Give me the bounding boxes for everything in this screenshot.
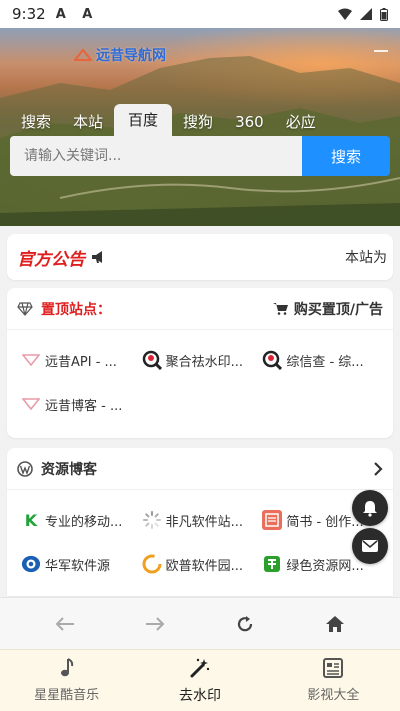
cart-icon	[272, 303, 288, 315]
site-label: 非凡软件站...	[165, 514, 244, 530]
notification-button[interactable]	[352, 490, 388, 526]
music-note-icon	[60, 658, 73, 677]
resources-title: 资源博客	[41, 461, 97, 478]
top-sites-header: 置顶站点： 购买置顶/广告	[7, 288, 393, 330]
search-input[interactable]	[10, 136, 302, 176]
menu-icon[interactable]	[374, 50, 388, 55]
site-logo[interactable]: 远昔导航网	[74, 45, 166, 65]
tab-watermark-remover[interactable]: 去水印	[133, 650, 266, 711]
tab-music[interactable]: 星星酷音乐	[0, 650, 133, 711]
resources-header: 资源博客	[7, 448, 393, 490]
site-link[interactable]: 华军软件源	[21, 542, 142, 586]
tab-label: 影视大全	[307, 688, 360, 703]
top-sites-card: 置顶站点： 购买置顶/广告 远昔API - ... 聚合祛水印... 综信查 -…	[7, 288, 393, 438]
top-sites-title: 置顶站点：	[41, 301, 111, 318]
search-bar: 搜索	[10, 136, 390, 176]
site-link[interactable]: K 专业的移动...	[21, 498, 142, 542]
resources-more-button[interactable]	[373, 461, 383, 476]
bottom-tab-bar: 星星酷音乐 去水印 影视大全	[0, 649, 400, 711]
engine-tab-360[interactable]: 360	[224, 108, 275, 136]
logo-mark-icon	[74, 48, 92, 61]
status-bar: 9:32 A A	[0, 0, 400, 28]
back-button[interactable]	[45, 604, 85, 644]
search-engine-tabs: 搜索 本站 百度 搜狗 360 必应	[10, 104, 327, 136]
refresh-icon	[237, 615, 253, 631]
announcement-title: 官方公告	[17, 249, 85, 270]
site-label: 绿色资源网...	[286, 558, 364, 574]
bell-icon	[363, 501, 377, 517]
megaphone-icon	[92, 251, 102, 263]
buy-top-button[interactable]: 购买置顶/广告	[272, 299, 383, 319]
announcement-bar[interactable]: 官方公告 本站为	[7, 234, 393, 280]
arrow-left-icon	[55, 616, 74, 631]
status-time: 9:32	[12, 5, 46, 23]
home-icon	[326, 615, 344, 632]
site-link[interactable]: 远昔博客 - ...	[21, 382, 142, 426]
site-link[interactable]: 聚合祛水印...	[142, 338, 263, 382]
engine-tab-bing[interactable]: 必应	[275, 108, 327, 136]
arrow-right-icon	[146, 616, 165, 631]
browser-navbar	[0, 597, 400, 649]
wifi-icon	[338, 8, 352, 20]
k-letter-icon: K	[24, 510, 38, 530]
magnifier-avatar-icon	[262, 350, 283, 370]
yuanxi-logo-icon	[21, 394, 41, 414]
jianshu-icon	[262, 510, 283, 530]
site-label: 华军软件源	[45, 558, 111, 574]
site-label: 远昔博客 - ...	[45, 398, 123, 414]
loading-spinner-icon	[142, 510, 162, 530]
film-list-icon	[323, 658, 344, 678]
engine-tab-site[interactable]: 本站	[62, 108, 114, 136]
site-label: 聚合祛水印...	[165, 354, 244, 370]
site-label: 专业的移动...	[45, 514, 123, 530]
announcement-text: 本站为	[345, 250, 387, 266]
magic-wand-icon	[190, 658, 210, 677]
site-label: 欧普软件园...	[165, 558, 244, 574]
refresh-button[interactable]	[225, 604, 265, 644]
yuanxi-logo-icon	[21, 350, 41, 370]
huajun-logo-icon	[21, 554, 41, 574]
diamond-icon	[17, 301, 33, 316]
tab-movies[interactable]: 影视大全	[267, 650, 400, 711]
tab-label: 星星酷音乐	[34, 688, 100, 703]
green-char-icon	[262, 554, 282, 574]
signal-icon	[360, 8, 372, 20]
magnifier-avatar-icon	[142, 350, 162, 370]
home-button[interactable]	[315, 604, 355, 644]
site-label: 综信查 - 综...	[286, 354, 364, 370]
mail-icon	[362, 540, 378, 552]
notification-icons: A A	[55, 6, 99, 22]
site-link[interactable]: 非凡软件站...	[142, 498, 263, 542]
site-link[interactable]: 综信查 - 综...	[262, 338, 383, 382]
engine-tab-search[interactable]: 搜索	[10, 108, 62, 136]
site-link[interactable]: 远昔API - ...	[21, 338, 142, 382]
resources-card: 资源博客 K 专业的移动... 非凡软件站... 简书 - 创作... 华军软件…	[7, 448, 393, 596]
tab-label: 去水印	[178, 687, 221, 704]
buy-top-label: 购买置顶/广告	[293, 301, 383, 318]
hero-banner: 远昔导航网 搜索 本站 百度 搜狗 360 必应 搜索	[0, 28, 400, 226]
message-button[interactable]	[352, 528, 388, 564]
top-sites-grid: 远昔API - ... 聚合祛水印... 综信查 - 综... 远昔博客 - .…	[7, 330, 393, 426]
search-button[interactable]: 搜索	[302, 136, 390, 176]
site-link[interactable]: 欧普软件园...	[142, 542, 263, 586]
logo-text: 远昔导航网	[96, 48, 166, 64]
ring-logo-icon	[142, 554, 162, 574]
forward-button[interactable]	[135, 604, 175, 644]
engine-tab-sogou[interactable]: 搜狗	[172, 108, 224, 136]
resources-grid: K 专业的移动... 非凡软件站... 简书 - 创作... 华军软件源 欧普软…	[7, 490, 393, 586]
wordpress-icon	[17, 460, 33, 477]
site-label: 远昔API - ...	[45, 354, 117, 370]
battery-icon	[380, 7, 388, 21]
chevron-right-icon	[374, 461, 383, 476]
engine-tab-baidu[interactable]: 百度	[114, 104, 173, 136]
